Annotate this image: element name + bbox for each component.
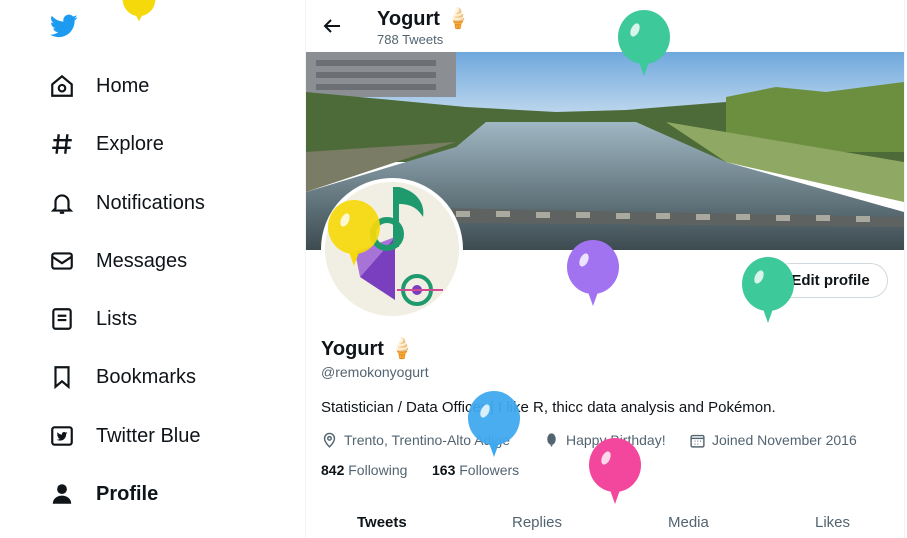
tab-media[interactable]: Media [668, 514, 709, 531]
twitter-logo-icon[interactable] [49, 12, 79, 40]
sidebar-item-label: Lists [96, 307, 138, 330]
profile-joined: Joined November 2016 [689, 430, 857, 450]
sidebar-item-label: Messages [96, 249, 188, 272]
joined-text: Joined November 2016 [712, 432, 857, 448]
list-icon [48, 305, 76, 333]
sidebar-item-label: Explore [96, 132, 164, 155]
yellow-balloon-icon [327, 200, 381, 273]
bookmark-icon [48, 363, 76, 391]
following-link[interactable]: 842 Following [321, 462, 407, 478]
sidebar-item-profile[interactable]: Profile [48, 474, 158, 514]
hashtag-icon [48, 130, 76, 158]
following-label: Following [348, 462, 408, 478]
green-balloon-icon [617, 10, 671, 83]
sidebar-item-label: Profile [96, 482, 159, 505]
profile-display-name: Yogurt 🍦 [321, 338, 415, 360]
sidebar-item-label: Bookmarks [96, 365, 197, 388]
sidebar-item-notifications[interactable]: Notifications [48, 183, 205, 223]
yellow-balloon-icon [112, 0, 166, 29]
tweet-count: 788 Tweets [377, 32, 444, 47]
balloon-icon [543, 431, 561, 449]
envelope-icon [48, 247, 76, 275]
followers-link[interactable]: 163 Followers [432, 462, 519, 478]
sidebar-item-lists[interactable]: Lists [48, 299, 137, 339]
green-balloon-icon [741, 257, 795, 330]
followers-count: 163 [432, 462, 456, 478]
profile-bio: Statistician / Data Officer | I like R, … [321, 399, 776, 416]
blue-balloon-icon [467, 391, 521, 464]
back-arrow-icon[interactable] [320, 14, 344, 38]
sidebar-item-bookmarks[interactable]: Bookmarks [48, 357, 196, 397]
calendar-icon [689, 431, 707, 449]
sidebar-item-twitter-blue[interactable]: Twitter Blue [48, 416, 200, 456]
location-pin-icon [321, 431, 339, 449]
pink-balloon-icon [588, 438, 642, 511]
sidebar-item-label: Notifications [96, 191, 205, 214]
column-divider-right [904, 0, 905, 538]
bell-icon [48, 189, 76, 217]
tab-tweets[interactable]: Tweets [357, 514, 407, 531]
sidebar: Home Explore Notifications Messages List… [0, 0, 305, 538]
header-title: Yogurt 🍦 [377, 8, 471, 30]
purple-balloon-icon [566, 240, 620, 313]
sidebar-item-explore[interactable]: Explore [48, 124, 164, 164]
sidebar-item-label: Home [96, 74, 150, 97]
home-icon [48, 72, 76, 100]
profile-handle: @remokonyogurt [321, 364, 429, 380]
following-count: 842 [321, 462, 345, 478]
sidebar-item-home[interactable]: Home [48, 66, 149, 106]
tab-replies[interactable]: Replies [512, 514, 562, 531]
sidebar-item-messages[interactable]: Messages [48, 241, 187, 281]
person-icon [48, 480, 76, 508]
twitter-blue-icon [48, 422, 76, 450]
sidebar-item-label: Twitter Blue [96, 424, 201, 447]
tab-likes[interactable]: Likes [815, 514, 850, 531]
followers-label: Followers [459, 462, 520, 478]
